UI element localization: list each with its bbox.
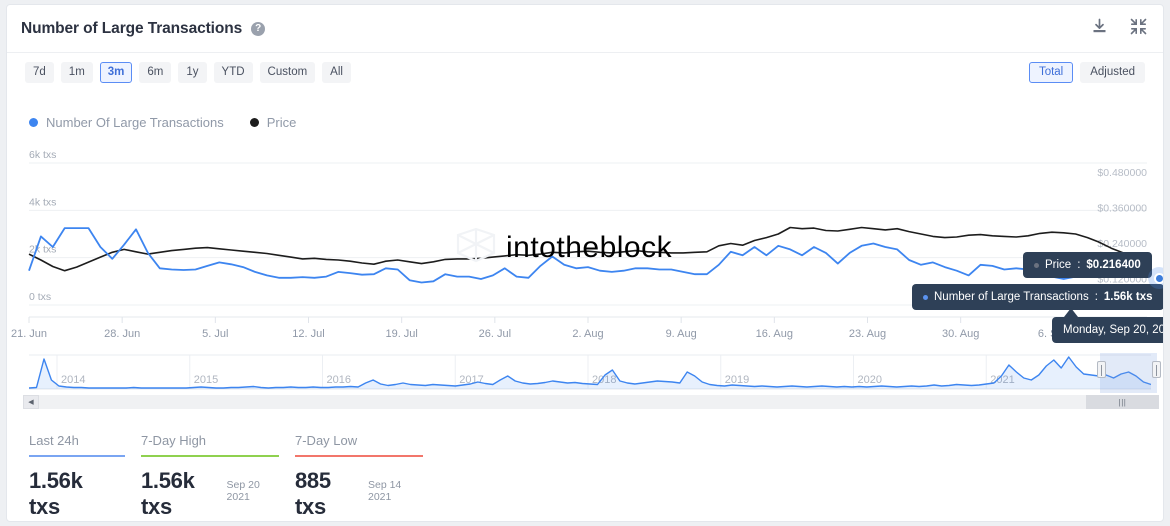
stat-rule — [29, 455, 125, 457]
navigator-year-label: 2020 — [858, 374, 882, 386]
y-axis-tick-label: 4k txs — [29, 196, 56, 208]
chart-svg: 0 txs2k txs4k txs6k txs$0.120000$0.24000… — [11, 149, 1163, 340]
y-axis-tick-label: 6k txs — [29, 149, 56, 161]
left-arrow-icon[interactable]: ◀ — [23, 395, 39, 409]
range-button-custom[interactable]: Custom — [259, 61, 316, 83]
stat-label: 7-Day Low — [295, 433, 358, 448]
page-title: Number of Large Transactions — [21, 19, 243, 37]
x-axis-tick-label: 9. Aug — [666, 328, 697, 340]
scrollbar-track[interactable] — [39, 395, 1159, 409]
scrollbar-thumb[interactable]: ||| — [1086, 395, 1159, 409]
y2-axis-tick-label: $0.360000 — [1097, 202, 1147, 214]
navigator-year-label: 2019 — [725, 374, 749, 386]
navigator-year-label: 2016 — [327, 374, 351, 386]
y2-axis-tick-label: $0.480000 — [1097, 167, 1147, 179]
stat-value: 1.56k txs — [29, 468, 83, 519]
x-axis-tick-label: 21. Jun — [11, 328, 47, 340]
tooltip-dot-transactions — [923, 294, 928, 300]
navigator-handle-right[interactable] — [1152, 361, 1161, 378]
tooltip-date: Monday, Sep 20, 2021 — [1052, 308, 1164, 343]
highlighted-data-point — [1148, 267, 1163, 289]
x-axis-tick-label: 30. Aug — [942, 328, 979, 340]
x-axis-tick-label: 28. Jun — [104, 328, 140, 340]
legend-label-price: Price — [266, 115, 297, 130]
stat-value: 885 txs — [295, 468, 331, 519]
tooltip-price-value: $0.216400 — [1086, 259, 1141, 271]
collapse-icon[interactable] — [1130, 18, 1147, 40]
range-button-3m[interactable]: 3m — [99, 61, 133, 83]
header-actions — [1091, 18, 1147, 40]
chart-navigator[interactable]: 20142015201620172018201920202021 — [29, 353, 1161, 399]
chart-card: Number of Large Transactions ? 7d 1m 3m … — [6, 4, 1164, 522]
navigator-handle-left[interactable] — [1097, 361, 1106, 378]
legend-label-transactions: Number Of Large Transactions — [46, 115, 224, 130]
mode-button-total[interactable]: Total — [1028, 61, 1074, 83]
tooltip-transactions-value: 1.56k txs — [1103, 291, 1153, 303]
chart-plot-area[interactable]: 0 txs 2k txs 4k txs 6k txs $0.120000 $0.24000… — [7, 145, 1163, 345]
x-axis-tick-label: 2. Aug — [572, 328, 603, 340]
download-icon[interactable] — [1091, 18, 1108, 40]
grip-icon: ||| — [1118, 397, 1127, 407]
chart-legend: Number Of Large Transactions Price — [29, 115, 296, 130]
tooltip-price: Price: $0.216400 — [1023, 252, 1152, 278]
question-mark-icon[interactable]: ? — [251, 21, 266, 36]
navigator-year-label: 2014 — [61, 374, 85, 386]
legend-item-transactions[interactable]: Number Of Large Transactions — [29, 115, 224, 130]
series-line-price — [28, 226, 1148, 272]
tooltip-price-label: Price — [1045, 259, 1072, 271]
stat-date: Sep 14 2021 — [367, 479, 402, 503]
range-button-all[interactable]: All — [322, 61, 351, 83]
stat-rule — [295, 455, 423, 457]
range-button-6m[interactable]: 6m — [139, 61, 172, 83]
tooltip-date-text: Monday, Sep 20, 2021 — [1063, 324, 1164, 336]
x-axis-tick-label: 26. Jul — [479, 328, 511, 340]
navigator-scrollbar[interactable]: ◀ ▶ ||| — [23, 395, 1159, 409]
navigator-year-label: 2015 — [194, 374, 218, 386]
stat-label: 7-Day High — [141, 433, 207, 448]
stat-value: 1.56k txs — [141, 468, 195, 519]
x-axis-tick-label: 19. Jul — [385, 328, 417, 340]
card-header: Number of Large Transactions ? — [7, 5, 1163, 53]
range-toolbar: 7d 1m 3m 6m 1y YTD Custom All Total Adju… — [7, 53, 1163, 91]
stat-card-7-day-low: 7-Day Low 885 txs Sep 14 2021 — [295, 433, 423, 520]
y2-axis-tick-label: $0.240000 — [1097, 238, 1147, 250]
legend-color-swatch — [29, 118, 38, 127]
range-button-1m[interactable]: 1m — [60, 61, 93, 83]
navigator-selection-window[interactable] — [1100, 353, 1157, 393]
mode-selector: Total Adjusted — [1028, 61, 1145, 83]
summary-stats: Last 24h 1.56k txs 7-Day High 1.56k txs … — [29, 433, 439, 520]
range-button-7d[interactable]: 7d — [25, 61, 54, 83]
range-button-1y[interactable]: 1y — [178, 61, 207, 83]
x-axis-tick-label: 5. Jul — [202, 328, 228, 340]
x-axis-tick-label: 16. Aug — [756, 328, 793, 340]
range-button-ytd[interactable]: YTD — [213, 61, 253, 83]
legend-item-price[interactable]: Price — [249, 115, 297, 130]
stat-date: Sep 20 2021 — [226, 479, 260, 503]
series-line-transactions — [28, 227, 1148, 284]
x-axis-tick-label: 23. Aug — [849, 328, 886, 340]
tooltip-transactions-label: Number of Large Transactions — [934, 291, 1089, 303]
stat-card-7-day-high: 7-Day High 1.56k txs Sep 20 2021 — [141, 433, 279, 520]
tooltip-transactions: Number of Large Transactions: 1.56k txs — [912, 284, 1163, 310]
range-selector: 7d 1m 3m 6m 1y YTD Custom All — [25, 61, 351, 83]
stat-rule — [141, 455, 279, 457]
navigator-svg: 20142015201620172018201920202021 — [29, 354, 1151, 390]
legend-color-swatch — [249, 118, 259, 127]
stat-card-last-24h: Last 24h 1.56k txs — [29, 433, 125, 520]
mode-button-adjusted[interactable]: Adjusted — [1080, 61, 1145, 83]
highlighted-data-point-marker — [1153, 272, 1163, 284]
stat-label: Last 24h — [29, 433, 79, 448]
y-axis-tick-label: 0 txs — [29, 291, 51, 303]
tooltip-dot-price — [1034, 262, 1039, 268]
x-axis-tick-label: 12. Jul — [292, 328, 324, 340]
